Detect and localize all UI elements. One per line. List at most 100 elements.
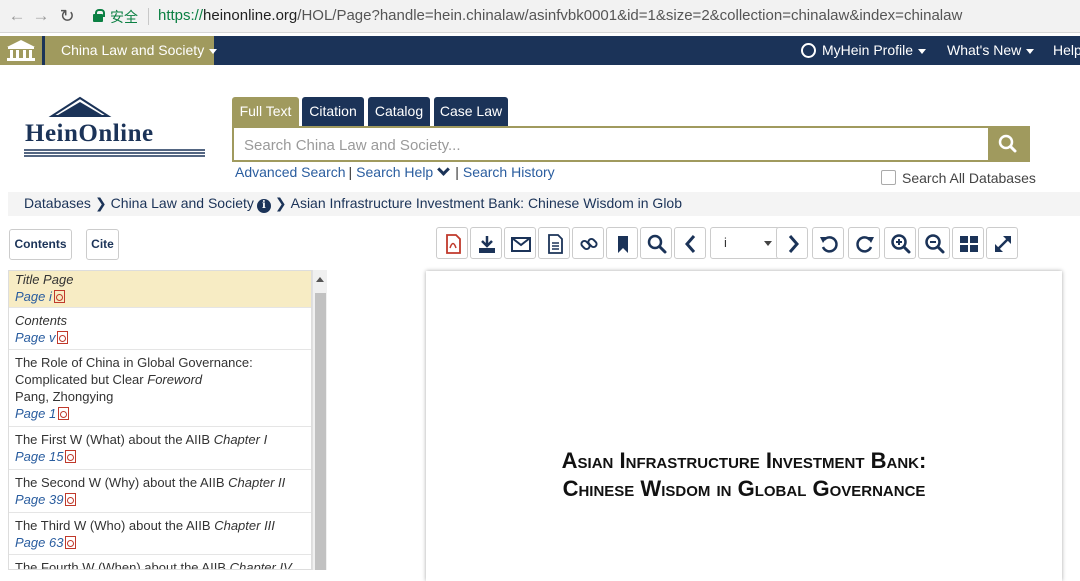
zoom-out-button[interactable] bbox=[918, 227, 950, 259]
pdf-icon[interactable] bbox=[65, 536, 77, 549]
document-page-view: Asian Infrastructure Investment Bank: Ch… bbox=[426, 271, 1062, 581]
contents-button[interactable]: Contents bbox=[9, 229, 72, 260]
toc-page-link[interactable]: Page v bbox=[15, 330, 55, 345]
toc-item-chapter-2[interactable]: The Second W (Why) about the AIIB Chapte… bbox=[9, 470, 311, 513]
permalink-button[interactable] bbox=[572, 227, 604, 259]
caret-down-icon bbox=[209, 48, 218, 54]
toc-item-type: Chapter II bbox=[228, 475, 286, 490]
pdf-icon[interactable] bbox=[65, 493, 77, 506]
home-button[interactable] bbox=[0, 36, 42, 65]
collection-dropdown[interactable]: China Law and Society bbox=[45, 36, 218, 65]
rotate-left-button[interactable] bbox=[812, 227, 844, 259]
toc-item-chapter-4[interactable]: The Fourth W (When) about the AIIB Chapt… bbox=[9, 555, 311, 570]
toc-item-title-page[interactable]: Title Page Page i bbox=[9, 271, 311, 308]
myhein-profile-menu[interactable]: MyHein Profile bbox=[801, 36, 927, 65]
fullscreen-button[interactable] bbox=[986, 227, 1018, 259]
previous-page-button[interactable] bbox=[674, 227, 706, 259]
rotate-left-icon bbox=[820, 236, 838, 253]
search-box bbox=[232, 126, 1030, 162]
toc-item-contents[interactable]: Contents Page v bbox=[9, 308, 311, 350]
toc-page-link[interactable]: Page 1 bbox=[15, 406, 56, 421]
email-button[interactable] bbox=[504, 227, 536, 259]
whats-new-menu[interactable]: What's New bbox=[947, 36, 1035, 65]
search-history-link[interactable]: Search History bbox=[463, 164, 555, 180]
tab-catalog[interactable]: Catalog bbox=[368, 97, 430, 126]
reload-icon[interactable]: ↻ bbox=[56, 5, 78, 27]
toc-page-link[interactable]: Page 15 bbox=[15, 449, 63, 464]
help-menu[interactable]: Help bbox=[1053, 36, 1080, 65]
bookmark-button[interactable] bbox=[606, 227, 638, 259]
download-button[interactable] bbox=[470, 227, 502, 259]
toc-scrollbar[interactable] bbox=[312, 270, 327, 570]
heinonline-logo[interactable]: HeinOnline bbox=[22, 96, 212, 160]
breadcrumb-collection[interactable]: China Law and Society bbox=[111, 195, 254, 211]
toc-item-title: Contents bbox=[15, 313, 68, 328]
magnifier-icon bbox=[998, 134, 1017, 153]
pdf-icon[interactable] bbox=[58, 407, 70, 420]
search-all-databases-checkbox[interactable] bbox=[881, 170, 896, 185]
email-icon bbox=[511, 237, 531, 252]
tab-full-text[interactable]: Full Text bbox=[232, 97, 299, 126]
text-view-button[interactable] bbox=[538, 227, 570, 259]
tab-citation[interactable]: Citation bbox=[302, 97, 364, 126]
rotate-right-button[interactable] bbox=[848, 227, 880, 259]
pdf-icon[interactable] bbox=[53, 290, 65, 303]
info-icon[interactable]: i bbox=[256, 199, 271, 213]
toc-item-title: The Fourth W (When) about the AIIB bbox=[15, 560, 226, 570]
address-bar[interactable]: https://heinonline.org/HOL/Page?handle=h… bbox=[158, 7, 962, 24]
document-title-line-1: Asian Infrastructure Investment Bank: bbox=[561, 448, 927, 473]
zoom-out-icon bbox=[925, 234, 945, 254]
toc-item-author: Pang, Zhongying bbox=[15, 389, 114, 404]
whats-new-label: What's New bbox=[947, 42, 1022, 58]
chevron-down-icon[interactable] bbox=[437, 163, 451, 176]
toc-item-type: Chapter I bbox=[213, 432, 268, 447]
download-icon bbox=[479, 236, 495, 253]
toc-page-link[interactable]: Page i bbox=[15, 289, 52, 304]
breadcrumb-title[interactable]: Asian Infrastructure Investment Bank: Ch… bbox=[291, 195, 682, 211]
toc-item-type: Chapter IV bbox=[229, 560, 292, 570]
thumbnail-view-button[interactable] bbox=[952, 227, 984, 259]
scrollbar-thumb[interactable] bbox=[315, 293, 326, 570]
tab-case-law[interactable]: Case Law bbox=[434, 97, 508, 126]
search-in-document-button[interactable] bbox=[640, 227, 672, 259]
search-input[interactable] bbox=[244, 134, 984, 156]
search-help-link[interactable]: Search Help bbox=[356, 164, 433, 180]
logo-text: HeinOnline bbox=[25, 120, 154, 147]
caret-down-icon bbox=[918, 48, 927, 54]
advanced-search-link[interactable]: Advanced Search bbox=[235, 164, 346, 180]
toc-item-chapter-3[interactable]: The Third W (Who) about the AIIB Chapter… bbox=[9, 513, 311, 555]
search-all-databases-label: Search All Databases bbox=[902, 170, 1036, 186]
user-icon bbox=[801, 42, 816, 58]
toc-page-link[interactable]: Page 63 bbox=[15, 535, 63, 550]
scroll-up-arrow-icon[interactable] bbox=[316, 277, 324, 282]
pdf-icon[interactable] bbox=[65, 450, 77, 463]
toc-item-foreword[interactable]: The Role of China in Global Governance: … bbox=[9, 350, 311, 427]
pdf-download-button[interactable] bbox=[436, 227, 468, 259]
library-home-icon bbox=[7, 40, 35, 61]
toc-page-link[interactable]: Page 39 bbox=[15, 492, 63, 507]
help-label: Help bbox=[1053, 42, 1080, 58]
url-scheme: https:// bbox=[158, 7, 204, 24]
chevron-right-icon: ❯ bbox=[274, 195, 287, 211]
profile-label: MyHein Profile bbox=[822, 42, 914, 58]
table-of-contents: Title Page Page i Contents Page v The Ro… bbox=[8, 270, 312, 570]
zoom-in-button[interactable] bbox=[884, 227, 916, 259]
page-select[interactable]: i bbox=[710, 227, 780, 259]
document-title: Asian Infrastructure Investment Bank: Ch… bbox=[426, 447, 1062, 503]
bookmark-icon bbox=[618, 236, 628, 253]
next-page-button[interactable] bbox=[776, 227, 808, 259]
caret-down-icon bbox=[764, 241, 772, 246]
pdf-icon[interactable] bbox=[57, 331, 69, 344]
document-title-line-2: Chinese Wisdom in Global Governance bbox=[562, 476, 926, 501]
breadcrumb-databases[interactable]: Databases bbox=[24, 195, 91, 211]
search-icon bbox=[647, 234, 667, 254]
page-select-value: i bbox=[724, 235, 727, 250]
cite-button[interactable]: Cite bbox=[86, 229, 119, 260]
search-button[interactable] bbox=[988, 128, 1028, 160]
link-separator: | bbox=[455, 164, 459, 180]
lock-icon[interactable] bbox=[93, 9, 105, 22]
toc-item-chapter-1[interactable]: The First W (What) about the AIIB Chapte… bbox=[9, 427, 311, 470]
secure-label[interactable]: 安全 bbox=[110, 7, 138, 27]
forward-arrow-icon[interactable]: → bbox=[30, 5, 52, 27]
back-arrow-icon[interactable]: ← bbox=[6, 5, 28, 27]
